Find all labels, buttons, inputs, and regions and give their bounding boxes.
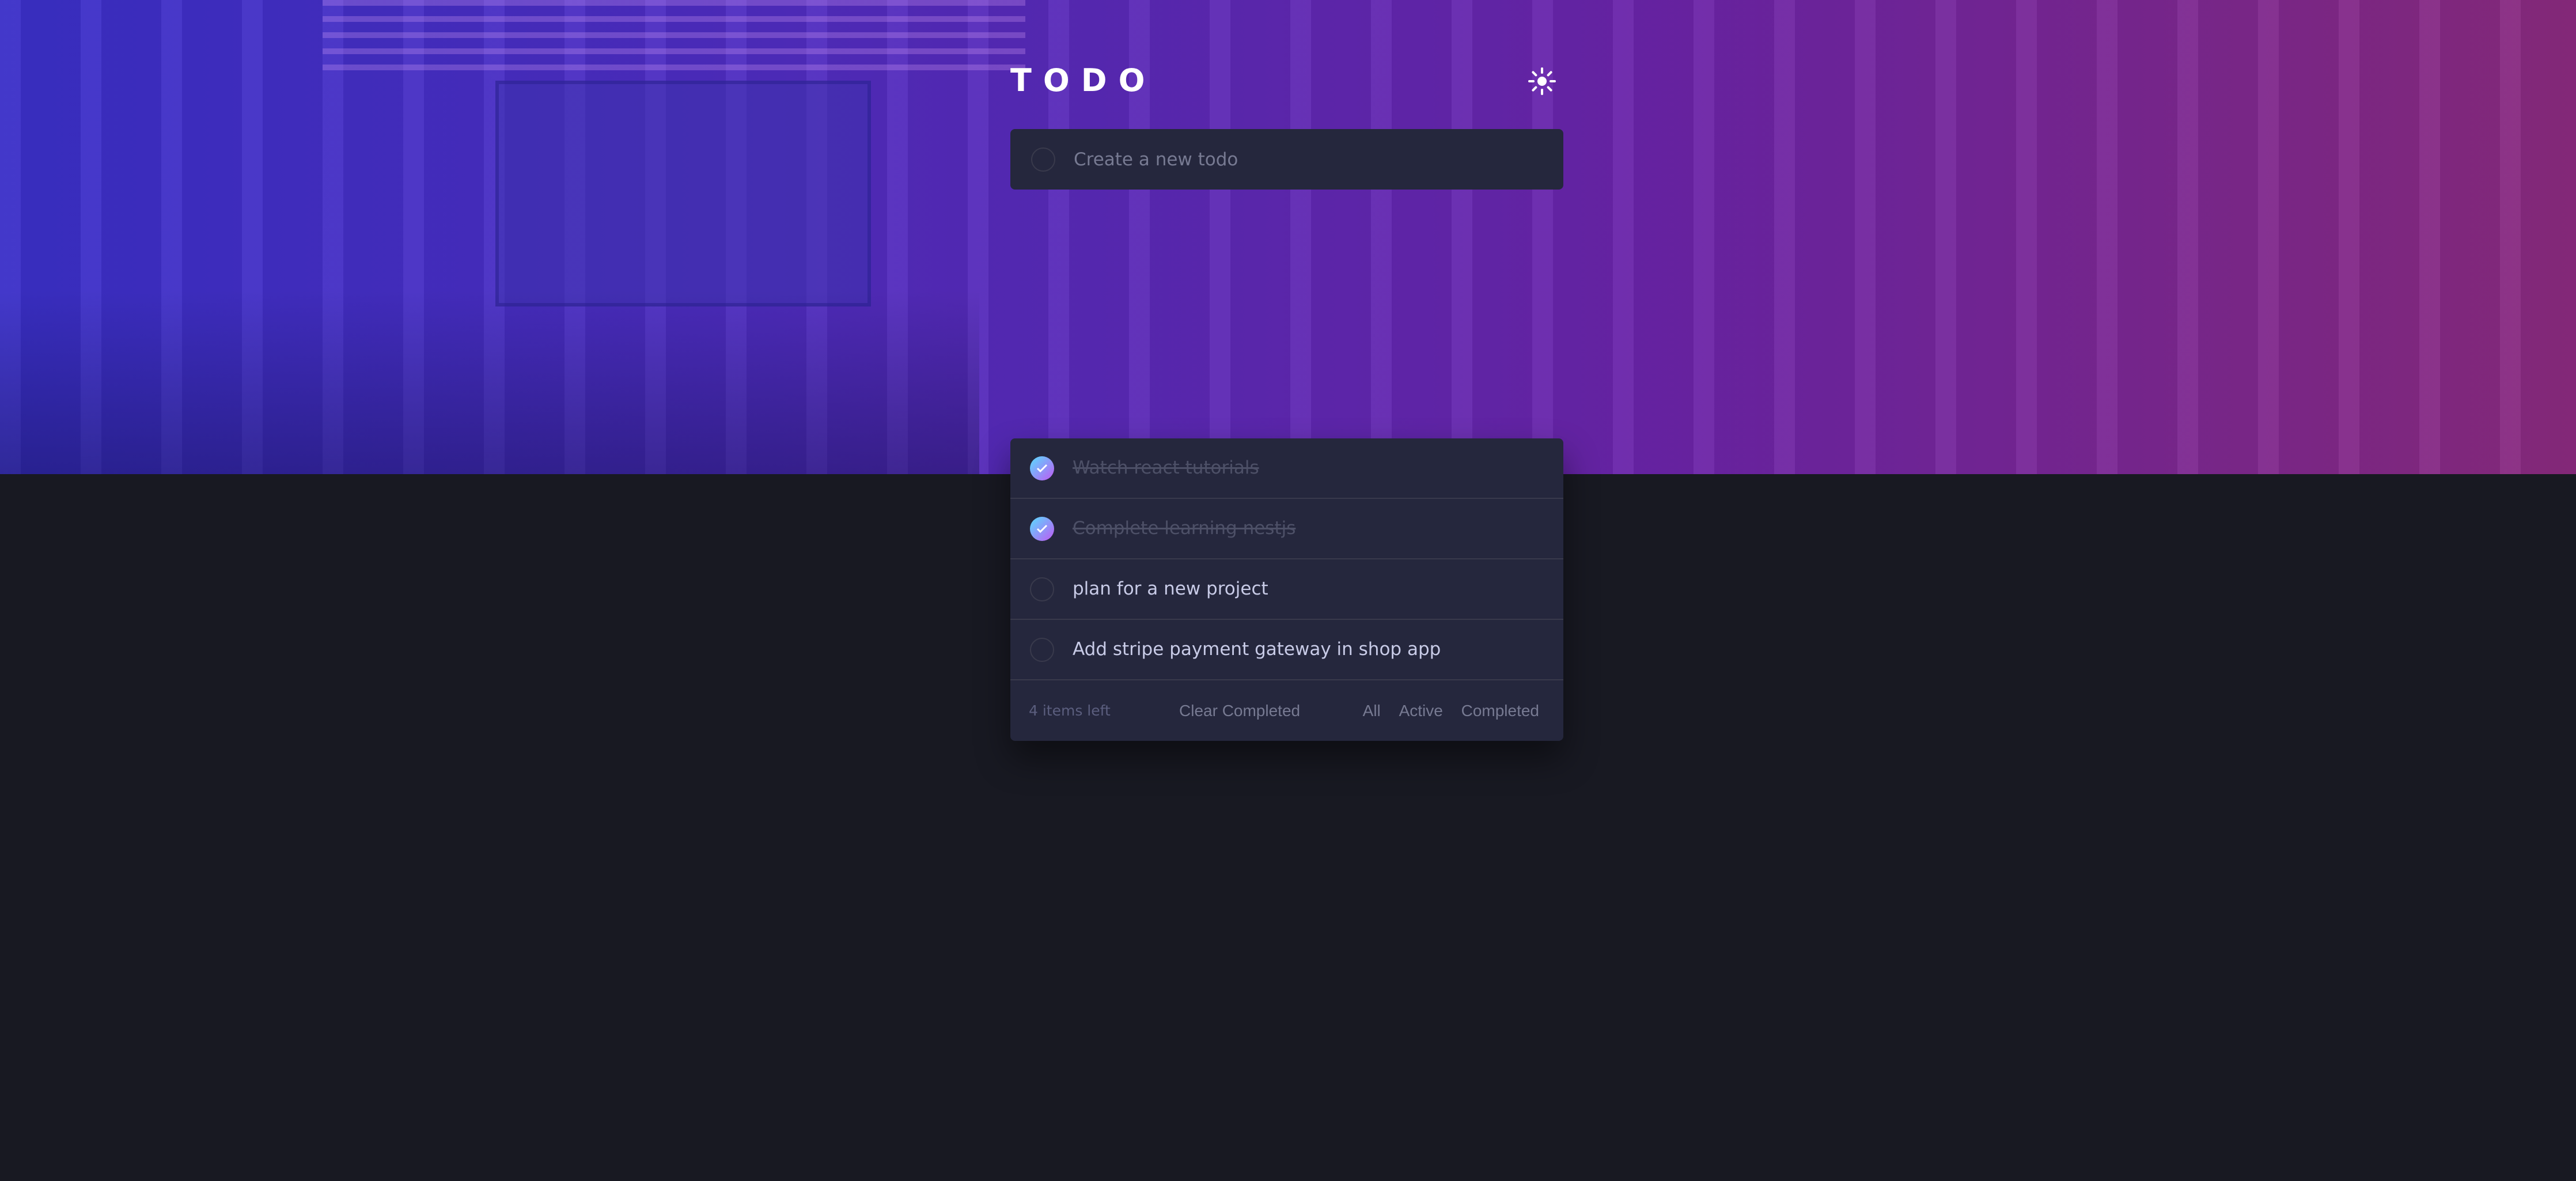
hero-floor-shade	[0, 290, 979, 474]
app-title: TODO	[1010, 62, 1157, 99]
checkmark-icon	[1036, 524, 1048, 533]
new-todo-bar	[1010, 129, 1563, 190]
todo-list: Watch react tutorials Complete learning …	[1010, 438, 1563, 741]
todo-text: Watch react tutorials	[1073, 457, 1259, 478]
filter-all[interactable]: All	[1363, 702, 1381, 720]
new-todo-input[interactable]	[1073, 141, 1547, 179]
todo-item[interactable]: Add stripe payment gateway in shop app	[1010, 620, 1563, 680]
todo-text: Complete learning nestjs	[1073, 518, 1296, 539]
todo-text: Add stripe payment gateway in shop app	[1073, 639, 1441, 660]
todo-item[interactable]: Complete learning nestjs	[1010, 499, 1563, 559]
hero-ceiling-beams	[323, 0, 1025, 81]
new-todo-check-circle[interactable]	[1031, 147, 1055, 172]
hero-doorway	[495, 81, 871, 306]
theme-toggle-button[interactable]	[1528, 67, 1556, 96]
todo-item[interactable]: plan for a new project	[1010, 559, 1563, 620]
items-left-count: 4 items left	[1029, 702, 1111, 719]
checkmark-icon	[1036, 464, 1048, 473]
todo-check[interactable]	[1030, 456, 1054, 480]
todo-item[interactable]: Watch react tutorials	[1010, 438, 1563, 499]
filter-group: All Active Completed	[1349, 680, 1539, 741]
todo-text: plan for a new project	[1073, 578, 1268, 599]
sun-icon	[1528, 67, 1556, 95]
todo-footer: 4 items left Clear Completed All Active …	[1010, 680, 1563, 741]
clear-completed-button[interactable]: Clear Completed	[1179, 680, 1300, 741]
filter-completed[interactable]: Completed	[1461, 702, 1539, 720]
hero-banner	[0, 0, 2576, 474]
filter-active[interactable]: Active	[1399, 702, 1443, 720]
todo-check[interactable]	[1030, 638, 1054, 662]
todo-check[interactable]	[1030, 577, 1054, 601]
todo-check[interactable]	[1030, 517, 1054, 541]
